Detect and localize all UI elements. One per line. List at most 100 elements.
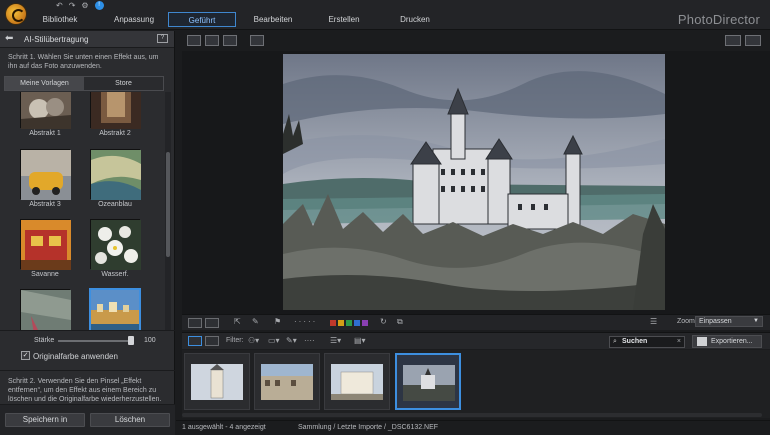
style-image (91, 150, 141, 200)
tab-erstellen[interactable]: Erstellen (310, 12, 378, 27)
film-thumb-castle-view-selected[interactable] (395, 353, 461, 410)
view-single-icon[interactable] (187, 35, 201, 46)
notification-icon[interactable]: ! (94, 1, 104, 10)
tab-gefuehrt[interactable]: Geführt (168, 12, 236, 27)
sort-icon[interactable]: ☰▾ (330, 336, 341, 346)
color-label-yellow[interactable] (338, 320, 344, 326)
original-color-checkbox[interactable]: ✓ (21, 351, 30, 360)
film-image-svg (191, 364, 243, 400)
color-label-blue[interactable] (354, 320, 360, 326)
filter-people-icon[interactable]: ⚇▾ (248, 336, 259, 346)
color-label-red[interactable] (330, 320, 336, 326)
search-box[interactable]: ⌕ Suchen × (609, 336, 685, 348)
left-panel: ⬅ AI-Stilübertragung ? Schritt 1. Wählen… (0, 31, 175, 435)
tab-meine-vorlagen[interactable]: Meine Vorlagen (5, 77, 84, 90)
save-in-button[interactable]: Speichern in (5, 413, 85, 427)
strength-label: Stärke (34, 337, 55, 344)
film-image-svg (403, 365, 455, 401)
tab-anpassung[interactable]: Anpassung (103, 12, 165, 27)
back-arrow-icon[interactable]: ⬅ (5, 34, 13, 44)
filter-brush-icon[interactable]: ✎▾ (286, 336, 297, 346)
filter-more-icon[interactable]: ···· (304, 336, 315, 346)
style-thumb-wasserf[interactable] (90, 219, 141, 270)
refresh-icon[interactable]: ↻ (380, 317, 387, 327)
rotate-left-icon[interactable]: ⇱ (234, 317, 241, 327)
original-color-label: Originalfarbe anwenden (33, 352, 118, 361)
divider (0, 330, 175, 331)
style-label: Abstrakt 2 (99, 130, 131, 137)
style-image (21, 150, 71, 200)
settings-icon[interactable]: ⚙ (81, 0, 88, 11)
style-thumb-abstrakt-3[interactable] (20, 149, 71, 200)
style-thumb-savanne[interactable] (20, 219, 71, 270)
color-label-purple[interactable] (362, 320, 368, 326)
top-bar: ↶ ↷ ⚙ ! Bibliothek Anpassung Geführt Bea… (0, 0, 770, 30)
rating-stars[interactable]: ····· (294, 317, 317, 327)
view-options-icon[interactable]: ☰ (650, 317, 657, 327)
flag-icon[interactable]: ⚑ (274, 317, 281, 327)
export-label: Exportieren... (711, 338, 753, 345)
redo-icon[interactable]: ↷ (69, 0, 76, 11)
color-label-green[interactable] (346, 320, 352, 326)
strength-slider-handle[interactable] (128, 336, 134, 345)
filter-shape-icon[interactable]: ▭▾ (268, 336, 280, 346)
film-thumb-tower[interactable] (184, 353, 250, 410)
view-toolbar (182, 33, 770, 50)
style-image (21, 290, 71, 330)
style-thumb-ozeanblau[interactable] (90, 149, 141, 200)
tab-bibliothek[interactable]: Bibliothek (20, 12, 100, 27)
view-compare-icon[interactable] (205, 35, 219, 46)
undo-icon[interactable]: ↶ (56, 0, 63, 11)
help-icon[interactable]: ? (157, 34, 168, 43)
clear-search-icon[interactable]: × (677, 337, 681, 347)
zoom-label: Zoom: (677, 318, 697, 325)
filmstrip-scrollbar[interactable] (182, 413, 762, 417)
film-image (261, 364, 313, 400)
delete-button[interactable]: Löschen (90, 413, 170, 427)
zoom-select[interactable]: Einpassen ▼ (695, 316, 763, 327)
style-thumb-abstrakt-1[interactable] (20, 92, 71, 129)
style-label: Savanne (31, 271, 59, 278)
gallery-scrollbar[interactable] (165, 92, 171, 330)
style-label: Wasserf. (101, 271, 129, 278)
style-image (91, 92, 141, 129)
brush-icon[interactable]: ✎ (252, 317, 259, 327)
film-thumb-courtyard[interactable] (254, 353, 320, 410)
castle-painting (283, 54, 665, 310)
strength-slider[interactable] (58, 340, 130, 342)
quick-actions: ↶ ↷ ⚙ ! (56, 0, 104, 11)
search-input[interactable]: Suchen (622, 337, 647, 347)
list-view-toggle[interactable] (205, 336, 219, 346)
tab-bearbeiten[interactable]: Bearbeiten (239, 12, 307, 27)
film-thumb-castle-street[interactable] (324, 353, 390, 410)
view-grid-icon[interactable] (223, 35, 237, 46)
pan-hand-icon[interactable] (745, 35, 761, 46)
main-photo[interactable] (283, 54, 665, 310)
step1-instructions: Schritt 1. Wählen Sie unten einen Effekt… (8, 54, 159, 70)
view-secondary-display-icon[interactable] (250, 35, 264, 46)
panel-footer: Speichern in Löschen (0, 404, 175, 435)
before-after-toggle[interactable] (205, 318, 219, 328)
filter-label: Filter: (226, 337, 244, 344)
export-button[interactable]: Exportieren... (692, 335, 762, 348)
style-thumb-8-selected[interactable] (89, 288, 141, 330)
panel-header: ⬅ AI-Stilübertragung ? (0, 31, 174, 48)
style-thumb-abstrakt-2[interactable] (90, 92, 141, 129)
crop-icon[interactable]: ⧉ (397, 317, 403, 327)
filmstrip-view-toggle[interactable] (188, 336, 202, 346)
style-thumb-7[interactable] (20, 289, 71, 330)
film-image (191, 364, 243, 400)
style-image (91, 290, 139, 330)
style-label: Abstrakt 1 (29, 130, 61, 137)
single-view-toggle[interactable] (188, 318, 202, 328)
search-icon: ⌕ (613, 338, 617, 345)
style-label: Ozeanblau (98, 201, 132, 208)
stack-icon[interactable]: ▤▾ (354, 336, 366, 346)
app-brand: PhotoDirector (677, 12, 760, 27)
scrollbar-thumb[interactable] (166, 152, 170, 257)
panel-tabs: Meine Vorlagen Store (4, 76, 164, 91)
tab-store[interactable]: Store (84, 77, 163, 90)
zoom-tool-icon[interactable] (725, 35, 741, 46)
tab-drucken[interactable]: Drucken (381, 12, 449, 27)
film-image-svg (261, 364, 313, 400)
